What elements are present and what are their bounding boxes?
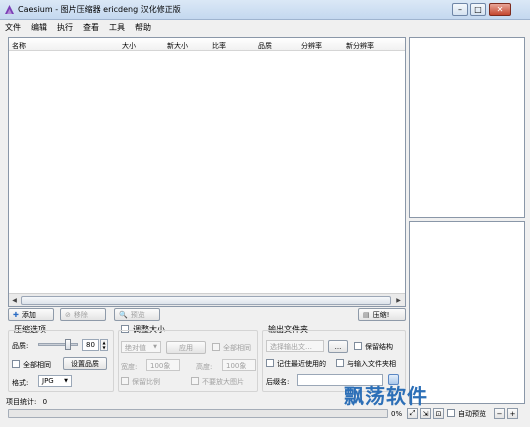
- menu-edit[interactable]: 编辑: [26, 20, 52, 34]
- no-enlarge-label: 不要放大图片: [202, 378, 244, 386]
- menu-run[interactable]: 执行: [52, 20, 78, 34]
- actual-size-icon[interactable]: ⇲: [420, 408, 431, 419]
- browse-output-button[interactable]: ...: [328, 340, 348, 353]
- menu-view[interactable]: 查看: [78, 20, 104, 34]
- same-as-input-label: 与输入文件夹相: [347, 360, 396, 368]
- compression-progress-bar: [8, 409, 388, 418]
- scrollbar-thumb[interactable]: [21, 296, 391, 305]
- close-button[interactable]: ✕: [489, 3, 511, 16]
- close-icon: ✕: [496, 5, 504, 14]
- title-bar: Caesium - 图片压缩器 ericdeng 汉化修正版 – □ ✕: [0, 0, 530, 20]
- remove-button[interactable]: ⊘ 移除: [60, 308, 106, 321]
- minimize-icon: –: [458, 5, 462, 14]
- fit-view-icon[interactable]: ⤢: [407, 408, 418, 419]
- remember-last-checkbox[interactable]: [266, 359, 274, 367]
- column-size[interactable]: 大小: [122, 41, 136, 51]
- maximize-button[interactable]: □: [470, 3, 486, 16]
- scroll-left-icon[interactable]: ◀: [10, 296, 19, 305]
- quality-slider-track[interactable]: [38, 339, 78, 350]
- height-label: 高度:: [196, 363, 213, 371]
- quality-spinner[interactable]: ▲ ▼: [100, 339, 108, 351]
- column-resolution[interactable]: 分辨率: [301, 41, 322, 51]
- zoom-fit-icon[interactable]: ⊡: [433, 408, 444, 419]
- apply-resize-button[interactable]: 应用: [166, 341, 206, 354]
- preview-button[interactable]: 🔍 预览: [114, 308, 160, 321]
- keep-structure-checkbox[interactable]: [354, 342, 362, 350]
- suffix-label: 后缀名:: [266, 378, 290, 386]
- compress-icon: ▤: [363, 310, 370, 319]
- horizontal-scrollbar[interactable]: ◀ ▶: [9, 293, 405, 306]
- scroll-right-icon[interactable]: ▶: [394, 296, 403, 305]
- same-all-resize-label: 全部相同: [223, 344, 251, 352]
- keep-ratio-checkbox[interactable]: [121, 377, 129, 385]
- chevron-down-icon: ▼: [64, 378, 68, 384]
- keep-ratio-label: 保留比例: [132, 378, 160, 386]
- no-enlarge-checkbox[interactable]: [191, 377, 199, 385]
- window-title: Caesium - 图片压缩器 ericdeng 汉化修正版: [18, 5, 181, 14]
- item-count-status: 项目统计: 0: [6, 398, 48, 406]
- width-input[interactable]: 100象: [146, 359, 180, 371]
- column-quality[interactable]: 品质: [258, 41, 272, 51]
- compress-button[interactable]: ▤ 压缩!: [358, 308, 406, 321]
- remove-icon: ⊘: [65, 310, 71, 319]
- add-button[interactable]: ✚ 添加: [8, 308, 54, 321]
- file-list[interactable]: 名称 大小 新大小 比率 品质 分辨率 新分辨率 ◀ ▶: [8, 37, 406, 307]
- file-list-header: 名称 大小 新大小 比率 品质 分辨率 新分辨率: [9, 38, 405, 51]
- magnifier-icon: 🔍: [119, 310, 128, 319]
- auto-preview-label: 自动预览: [458, 410, 486, 418]
- same-all-quality-label: 全部相同: [23, 361, 51, 369]
- auto-preview-checkbox[interactable]: [447, 409, 455, 417]
- height-input[interactable]: 100象: [222, 359, 256, 371]
- chevron-down-icon: ▼: [153, 344, 157, 350]
- maximize-icon: □: [474, 5, 482, 14]
- menu-bar: 文件 编辑 执行 查看 工具 帮助: [0, 20, 530, 34]
- keep-structure-label: 保留结构: [365, 343, 393, 351]
- progress-percentage: 0%: [391, 410, 403, 418]
- set-quality-button[interactable]: 设置品质: [63, 357, 107, 370]
- zoom-out-icon[interactable]: −: [494, 408, 505, 419]
- output-folder-input[interactable]: 选择输出文…: [266, 340, 324, 352]
- original-preview-panel: [409, 37, 525, 218]
- column-name[interactable]: 名称: [12, 41, 26, 51]
- format-select[interactable]: JPG ▼: [38, 375, 72, 387]
- same-as-input-checkbox[interactable]: [336, 359, 344, 367]
- compressed-preview-panel: [409, 221, 525, 404]
- quality-slider-handle[interactable]: [65, 339, 71, 350]
- same-all-resize-checkbox[interactable]: [212, 343, 220, 351]
- watermark-text: 飘荡软件: [344, 384, 428, 408]
- menu-help[interactable]: 帮助: [130, 20, 156, 34]
- add-icon: ✚: [13, 310, 19, 319]
- zoom-in-icon[interactable]: +: [507, 408, 518, 419]
- width-label: 宽度:: [121, 363, 138, 371]
- format-label: 格式:: [12, 379, 29, 387]
- quality-label: 品质:: [12, 342, 29, 350]
- quality-value-input[interactable]: 80: [82, 339, 99, 351]
- column-new-size[interactable]: 新大小: [167, 41, 188, 51]
- menu-tools[interactable]: 工具: [104, 20, 130, 34]
- resize-mode-select[interactable]: 绝对值 ▼: [121, 341, 161, 353]
- column-ratio[interactable]: 比率: [212, 41, 226, 51]
- same-all-quality-checkbox[interactable]: [12, 360, 20, 368]
- menu-file[interactable]: 文件: [0, 20, 26, 34]
- remember-last-label: 记住最近使用的: [277, 360, 326, 368]
- caesium-app-icon: [5, 5, 14, 14]
- minimize-button[interactable]: –: [452, 3, 468, 16]
- column-new-resolution[interactable]: 新分辨率: [346, 41, 374, 51]
